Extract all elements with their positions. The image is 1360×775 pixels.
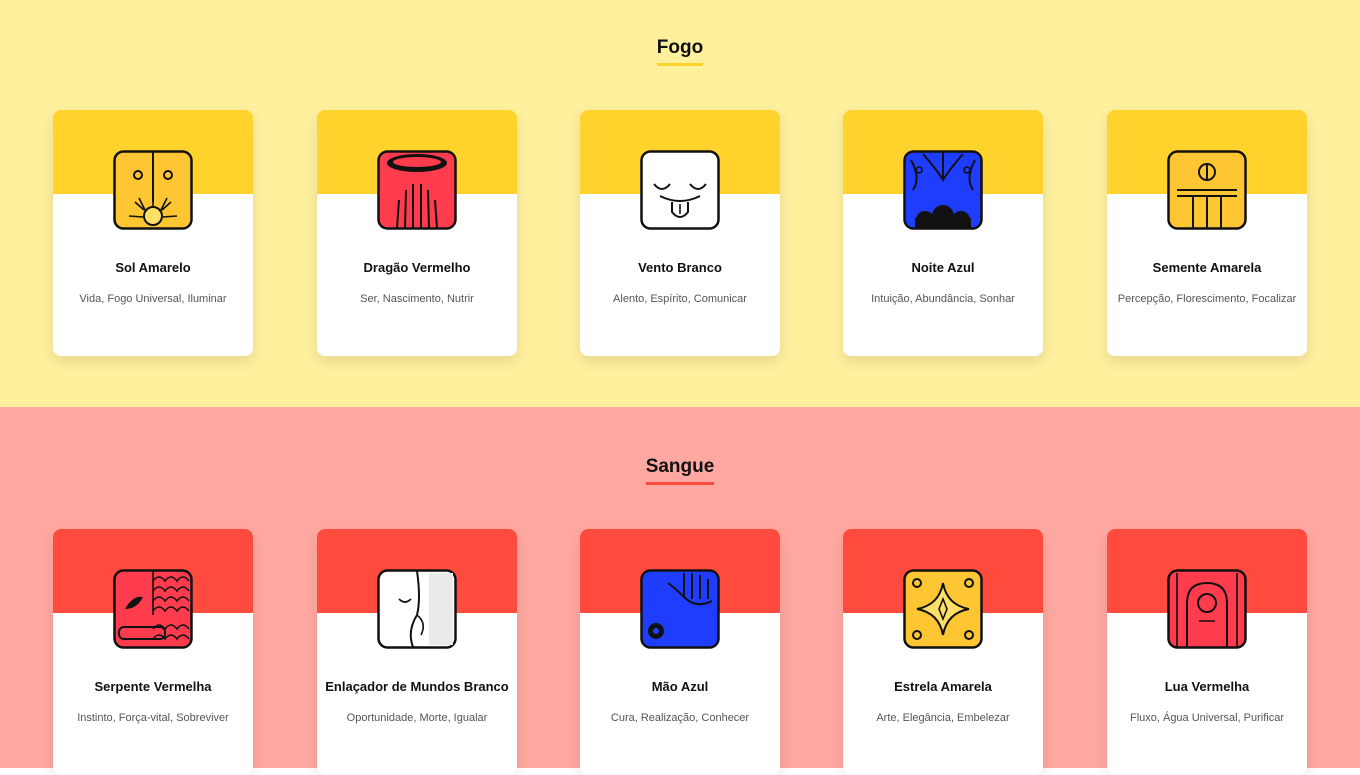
section-sangue: Sangue Serpente Vermelha Instinto, Força… — [0, 407, 1360, 775]
card-serpente-vermelha[interactable]: Serpente Vermelha Instinto, Força-vital,… — [53, 529, 253, 775]
card-keywords: Ser, Nascimento, Nutrir — [360, 293, 474, 305]
mao-azul-glyph-icon — [640, 569, 720, 649]
dragao-vermelho-glyph-icon — [377, 150, 457, 230]
card-title: Sol Amarelo — [115, 260, 191, 275]
semente-amarela-glyph-icon — [1167, 150, 1247, 230]
section-title-label: Fogo — [656, 37, 704, 66]
card-title: Noite Azul — [911, 260, 975, 275]
card-noite-azul[interactable]: Noite Azul Intuição, Abundância, Sonhar — [843, 110, 1043, 356]
card-keywords: Intuição, Abundância, Sonhar — [871, 293, 1015, 305]
card-title: Estrela Amarela — [894, 679, 992, 694]
card-title: Serpente Vermelha — [94, 679, 212, 694]
card-keywords: Percepção, Florescimento, Focalizar — [1117, 293, 1297, 305]
enlacador-mundos-branco-glyph-icon — [377, 569, 457, 649]
lua-vermelha-glyph-icon — [1167, 569, 1247, 649]
card-sol-amarelo[interactable]: Sol Amarelo Vida, Fogo Universal, Ilumin… — [53, 110, 253, 356]
card-keywords: Vida, Fogo Universal, Iluminar — [79, 293, 227, 305]
card-estrela-amarela[interactable]: Estrela Amarela Arte, Elegância, Embelez… — [843, 529, 1043, 775]
card-keywords: Instinto, Força-vital, Sobreviver — [77, 712, 229, 724]
card-title: Dragão Vermelho — [363, 260, 471, 275]
card-enlacador-mundos-branco[interactable]: Enlaçador de Mundos Branco Oportunidade,… — [317, 529, 517, 775]
card-keywords: Fluxo, Água Universal, Purificar — [1129, 712, 1285, 724]
section-fogo: Fogo Sol Amarelo Vida, Fogo Universal, I… — [0, 0, 1360, 407]
card-keywords: Arte, Elegância, Embelezar — [876, 712, 1010, 724]
vento-branco-glyph-icon — [640, 150, 720, 230]
noite-azul-glyph-icon — [903, 150, 983, 230]
card-vento-branco[interactable]: Vento Branco Alento, Espírito, Comunicar — [580, 110, 780, 356]
serpente-vermelha-glyph-icon — [113, 569, 193, 649]
card-title: Vento Branco — [638, 260, 722, 275]
sol-amarelo-glyph-icon — [113, 150, 193, 230]
card-title: Lua Vermelha — [1164, 679, 1250, 694]
section-title-fogo: Fogo — [0, 37, 1360, 66]
estrela-amarela-glyph-icon — [903, 569, 983, 649]
card-keywords: Cura, Realização, Conhecer — [610, 712, 750, 724]
card-semente-amarela[interactable]: Semente Amarela Percepção, Florescimento… — [1107, 110, 1307, 356]
card-keywords: Oportunidade, Morte, Igualar — [346, 712, 488, 724]
card-lua-vermelha[interactable]: Lua Vermelha Fluxo, Água Universal, Puri… — [1107, 529, 1307, 775]
card-title: Semente Amarela — [1152, 260, 1262, 275]
card-title: Enlaçador de Mundos Branco — [325, 679, 509, 694]
section-title-label: Sangue — [645, 456, 715, 485]
section-title-sangue: Sangue — [0, 456, 1360, 485]
card-title: Mão Azul — [651, 679, 709, 694]
card-dragao-vermelho[interactable]: Dragão Vermelho Ser, Nascimento, Nutrir — [317, 110, 517, 356]
card-keywords: Alento, Espírito, Comunicar — [613, 293, 747, 305]
card-mao-azul[interactable]: Mão Azul Cura, Realização, Conhecer — [580, 529, 780, 775]
